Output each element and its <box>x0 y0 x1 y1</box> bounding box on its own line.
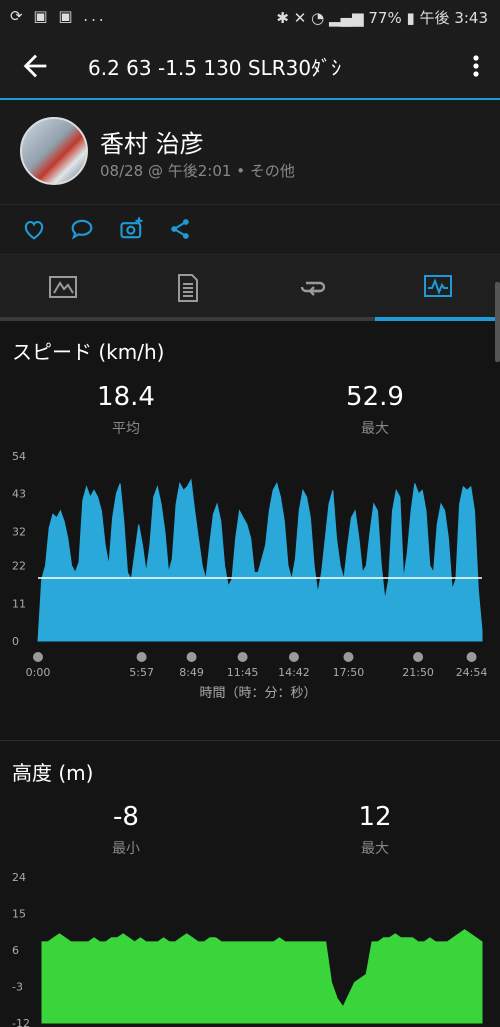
section-divider <box>0 740 500 741</box>
battery-percent: 77% <box>368 9 402 27</box>
chart1-series-area <box>41 929 483 1024</box>
sync-icon: ⟳ <box>10 7 26 25</box>
user-name[interactable]: 香村 治彦 <box>100 124 204 159</box>
avatar[interactable] <box>20 117 88 185</box>
status-more: ... <box>83 7 107 25</box>
speed-xtick-label: 5:57 <box>129 666 154 679</box>
app-bar: 6.2 63 -1.5 130 SLR30ﾀﾞｼ <box>0 34 500 100</box>
share-icon[interactable] <box>166 215 194 243</box>
altitude-chart: -12 -3 6 15 24 <box>12 871 483 1027</box>
speed-average-label: 平均 <box>112 421 140 437</box>
back-arrow-icon[interactable] <box>18 49 52 83</box>
more-options-icon[interactable] <box>466 50 486 82</box>
loop-icon <box>300 281 326 296</box>
chart1-ytick-label: 15 <box>12 908 26 921</box>
chart1-ytick-label: 24 <box>12 871 26 884</box>
speed-xaxis-title: 時間（時：分：秒） <box>199 686 316 701</box>
status-left-icons: ⟳ ▣ ▣ ... <box>10 7 107 25</box>
tab-laps[interactable] <box>250 255 375 319</box>
speed-chart: 0 11 22 32 43 54 0:00 5:57 8:49 11:45 14:42 17:50 21… <box>12 450 488 701</box>
speed-max-label: 最大 <box>361 421 389 437</box>
speed-xtick-label: 14:42 <box>278 666 310 679</box>
scrollbar[interactable] <box>495 282 500 362</box>
speed-title: スピード (km/h) <box>12 340 165 364</box>
profile-header: 香村 治彦 08/28 @ 午後2:01 • その他 <box>0 100 500 204</box>
altitude-max-label: 最大 <box>361 841 389 857</box>
tab-charts[interactable] <box>375 255 500 319</box>
chart0-ytick-label: 54 <box>12 450 26 463</box>
speed-xtick-dot <box>466 652 477 662</box>
altitude-min-label: 最小 <box>112 841 140 857</box>
chart1-ytick-label: -12 <box>12 1017 30 1027</box>
speed-xtick-dot <box>136 652 147 662</box>
chart1-ytick-label: -3 <box>12 981 23 994</box>
activity-subtitle: 08/28 @ 午後2:01 • その他 <box>100 162 295 180</box>
bluetooth-icon: ✱ <box>276 9 289 27</box>
chart0-ytick-label: 22 <box>12 560 26 573</box>
speed-xtick-dot <box>237 652 248 662</box>
speed-xtick-dot <box>413 652 424 662</box>
altitude-max-value: 12 <box>358 802 392 832</box>
battery-icon: ▮ <box>406 9 415 27</box>
tiktok-icon: ▣ <box>58 7 76 25</box>
clock: 午後 3:43 <box>419 9 488 27</box>
map-icon <box>49 276 77 298</box>
speed-xtick-label: 8:49 <box>179 666 204 679</box>
speed-average-value: 18.4 <box>97 382 155 412</box>
status-bar: ⟳ ▣ ▣ ... ✱ ✕ ◔ ▂▄▆ 77% ▮ 午後 3:43 <box>0 0 500 34</box>
speed-xtick-label: 0:00 <box>26 666 51 679</box>
tab-bar <box>0 254 500 321</box>
speed-xtick-dot <box>186 652 197 662</box>
chart1-ytick-label: 6 <box>12 944 19 957</box>
action-bar <box>0 204 500 255</box>
tab-indicator <box>375 317 500 321</box>
speed-xtick-dot <box>33 652 43 662</box>
speed-xtick-label: 17:50 <box>333 666 365 679</box>
speed-xtick-label: 11:45 <box>227 666 259 679</box>
image-icon: ▣ <box>33 7 51 25</box>
mute-icon: ✕ <box>293 9 307 27</box>
tab-indicator-track <box>0 317 500 321</box>
altitude-min-value: -8 <box>113 802 139 832</box>
speed-xtick-dot <box>288 652 299 662</box>
speed-xtick-dot <box>343 652 354 662</box>
chart0-series-area <box>37 478 483 642</box>
tab-map[interactable] <box>0 255 125 319</box>
activity-title: 6.2 63 -1.5 130 SLR30ﾀﾞｼ <box>88 56 342 80</box>
status-right: ✱ ✕ ◔ ▂▄▆ 77% ▮ 午後 3:43 <box>276 7 488 28</box>
chart0-ytick-label: 32 <box>12 525 26 538</box>
comment-icon[interactable] <box>68 215 96 243</box>
chart0-ytick-label: 43 <box>12 488 26 501</box>
signal-icon: ▂▄▆ <box>328 9 364 27</box>
altitude-title: 高度 (m) <box>12 761 94 785</box>
chart-icon <box>424 275 452 297</box>
document-icon <box>178 274 198 302</box>
chart0-ytick-label: 0 <box>12 635 19 648</box>
speed-max-value: 52.9 <box>346 382 404 412</box>
speed-xtick-label: 24:54 <box>456 666 488 679</box>
speed-xtick-label: 21:50 <box>402 666 434 679</box>
wifi-icon: ◔ <box>311 9 325 27</box>
tab-details[interactable] <box>125 255 250 319</box>
chart0-ytick-label: 11 <box>12 597 26 610</box>
like-icon[interactable] <box>20 215 48 243</box>
add-photo-icon[interactable] <box>118 215 146 243</box>
